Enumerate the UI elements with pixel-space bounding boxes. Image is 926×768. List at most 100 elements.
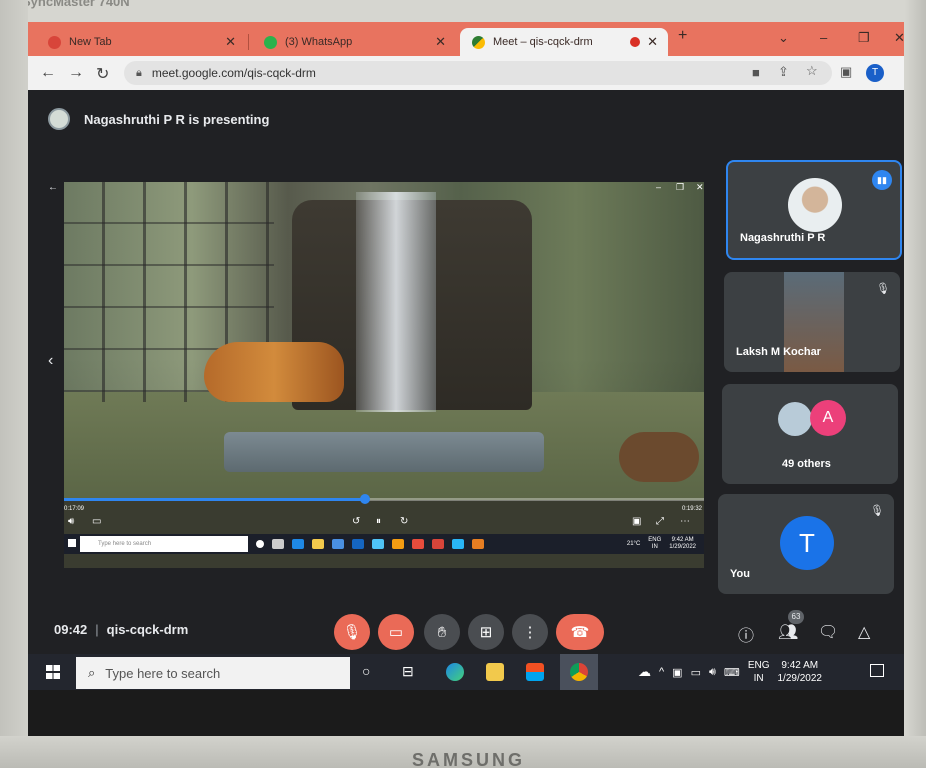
monitor-model-label: SyncMaster 740N bbox=[22, 0, 130, 9]
video-time-total: 0:19:32 bbox=[681, 506, 702, 512]
mic-off-button[interactable]: 🎙︎ bbox=[334, 614, 370, 650]
participant-tile-others[interactable]: A 49 others bbox=[722, 384, 898, 484]
mini-chrome-icon bbox=[432, 539, 444, 549]
prev-arrow-icon[interactable]: ‹ bbox=[48, 352, 53, 370]
meeting-clock: 09:42 | qis-cqck-drm bbox=[54, 622, 189, 637]
mini-explorer-icon bbox=[312, 539, 324, 549]
chrome-taskbar-icon[interactable] bbox=[570, 663, 588, 681]
restore-button[interactable]: ❐ bbox=[858, 30, 870, 46]
meeting-info-icon[interactable]: ⓘ bbox=[738, 622, 754, 646]
shared-screen: – ❐ ✕ 0:17:09 0:19:32 🔊︎ ▭ ↺ ⏸︎ ↻ ▣ ⤢ ⋯ bbox=[64, 182, 704, 568]
system-tray: ☁︎ ^ ▣ ▭ 🔊︎ ⌨︎ ENG IN 9:42 AM 1/29/2022 bbox=[638, 654, 822, 690]
address-bar[interactable]: 🔒︎ meet.google.com/qis-cqck-drm bbox=[124, 61, 832, 85]
participant-name: Nagashruthi P R bbox=[740, 232, 826, 244]
participant-tile[interactable]: ▮▮ Nagashruthi P R bbox=[726, 160, 902, 260]
mini-chrome2-icon bbox=[472, 539, 484, 549]
tab-whatsapp[interactable]: (3) WhatsApp ✕ bbox=[252, 28, 456, 56]
camera-icon[interactable]: ■ bbox=[752, 65, 760, 80]
tab-strip: New Tab ✕ (3) WhatsApp ✕ Meet – qis-cqck… bbox=[28, 22, 904, 56]
chat-icon[interactable]: 🗨︎ bbox=[818, 622, 838, 642]
participant-name: You bbox=[730, 568, 750, 580]
minimize-button[interactable]: – bbox=[820, 30, 827, 45]
more-options-button[interactable]: ⋮ bbox=[512, 614, 548, 650]
store-icon[interactable] bbox=[526, 663, 544, 681]
bookmark-star-icon[interactable]: ☆ bbox=[806, 63, 818, 79]
close-window-button[interactable]: ✕ bbox=[894, 30, 904, 46]
forward-icon: ↻ bbox=[400, 516, 409, 527]
recording-indicator-icon bbox=[630, 37, 640, 47]
meet-favicon-icon bbox=[472, 35, 485, 49]
language-indicator[interactable]: ENG IN bbox=[748, 659, 770, 685]
monitor-brand: SAMSUNG bbox=[412, 750, 526, 768]
clock-datetime[interactable]: 9:42 AM 1/29/2022 bbox=[777, 659, 822, 685]
tab-meet[interactable]: Meet – qis-cqck-drm ✕ bbox=[460, 28, 668, 56]
chrome-favicon-icon bbox=[48, 35, 61, 49]
more-menu-icon[interactable]: ⋮ bbox=[898, 64, 904, 81]
volume-icon[interactable]: 🔊︎ bbox=[709, 666, 716, 679]
back-small-icon[interactable]: ← bbox=[48, 182, 58, 193]
tiger-resting-image bbox=[619, 432, 699, 482]
mini-weather-temp: 21°C bbox=[626, 541, 641, 547]
monitor-bezel-right bbox=[904, 0, 926, 768]
present-screen-button[interactable]: ⊞ bbox=[468, 614, 504, 650]
tab-close-icon[interactable]: ✕ bbox=[225, 34, 236, 50]
video-frame: – ❐ ✕ bbox=[64, 182, 704, 500]
windows-start-icon[interactable] bbox=[46, 665, 60, 679]
profile-avatar[interactable]: T bbox=[866, 64, 884, 82]
participant-name: Laksh M Kochar bbox=[736, 346, 821, 358]
meet-tray-icon[interactable]: ▣ bbox=[672, 666, 682, 679]
url-text: meet.google.com/qis-cqck-drm bbox=[151, 66, 316, 80]
file-explorer-icon[interactable] bbox=[486, 663, 504, 681]
raise-hand-button[interactable]: ✋︎ bbox=[424, 614, 460, 650]
network-icon[interactable]: ▭ bbox=[691, 666, 701, 679]
notification-icon[interactable] bbox=[870, 664, 884, 677]
tab-title: Meet – qis-cqck-drm bbox=[493, 36, 593, 48]
volume-icon: 🔊︎ bbox=[68, 516, 75, 527]
back-arrow-icon[interactable]: ← bbox=[40, 64, 56, 82]
show-hidden-icons[interactable]: ^ bbox=[659, 666, 664, 678]
forward-arrow-icon[interactable]: → bbox=[68, 64, 84, 82]
activities-icon[interactable]: △ bbox=[858, 622, 870, 642]
mini-app-icon bbox=[372, 539, 384, 549]
share-icon[interactable]: ⇪ bbox=[778, 64, 789, 80]
video-progress-thumb[interactable] bbox=[359, 494, 370, 504]
new-tab-button[interactable]: + bbox=[678, 27, 687, 45]
end-call-icon: ☎︎ bbox=[570, 624, 590, 641]
tab-close-icon[interactable]: ✕ bbox=[647, 34, 658, 50]
self-avatar: T bbox=[780, 516, 834, 570]
keyboard-icon[interactable]: ⌨︎ bbox=[724, 666, 740, 679]
reload-icon[interactable]: ↻ bbox=[96, 64, 109, 84]
edge-icon[interactable] bbox=[446, 663, 464, 681]
search-icon: ⌕ bbox=[88, 665, 96, 680]
tab-new-tab[interactable]: New Tab ✕ bbox=[36, 28, 246, 56]
participant-avatar-letter: A bbox=[810, 400, 846, 436]
subtitles-icon: ▭ bbox=[92, 516, 102, 527]
people-icon[interactable]: 👥︎ bbox=[778, 622, 798, 642]
tab-close-icon[interactable]: ✕ bbox=[435, 34, 446, 50]
participant-tile[interactable]: 🎙︎ Laksh M Kochar bbox=[724, 272, 900, 372]
task-view-icon[interactable]: ⊟ bbox=[402, 663, 414, 680]
video-progress-bar[interactable] bbox=[64, 494, 704, 504]
mini-cortana-icon bbox=[256, 540, 264, 548]
screen-bottom-edge bbox=[28, 690, 904, 736]
mini-media-icon bbox=[452, 539, 464, 549]
chevron-down-icon[interactable]: ⌄ bbox=[778, 30, 789, 46]
participant-tile-you[interactable]: T 🎙︎ You bbox=[718, 494, 894, 594]
cortana-icon[interactable]: ○ bbox=[362, 663, 370, 679]
side-panel-icon[interactable]: ▣ bbox=[840, 64, 852, 80]
screen: New Tab ✕ (3) WhatsApp ✕ Meet – qis-cqck… bbox=[28, 22, 904, 736]
hand-icon: ✋︎ bbox=[437, 623, 447, 641]
mini-time: 9:42 AM bbox=[671, 537, 694, 543]
mini-minimize-icon: – bbox=[656, 182, 662, 192]
taskbar-search-box[interactable]: ⌕ Type here to search bbox=[76, 657, 350, 689]
lang-bottom: IN bbox=[753, 673, 764, 684]
mic-off-icon: 🎙︎ bbox=[876, 283, 890, 295]
camera-off-icon: ▭ bbox=[388, 624, 404, 641]
video-progress-fill bbox=[64, 498, 365, 501]
tab-title: New Tab bbox=[69, 36, 112, 48]
weather-icon[interactable]: ☁︎ bbox=[638, 664, 651, 680]
search-placeholder: Type here to search bbox=[105, 665, 221, 681]
leave-call-button[interactable]: ☎︎ bbox=[556, 614, 604, 650]
camera-off-button[interactable]: ▭ bbox=[378, 614, 414, 650]
participant-avatar bbox=[778, 402, 812, 436]
